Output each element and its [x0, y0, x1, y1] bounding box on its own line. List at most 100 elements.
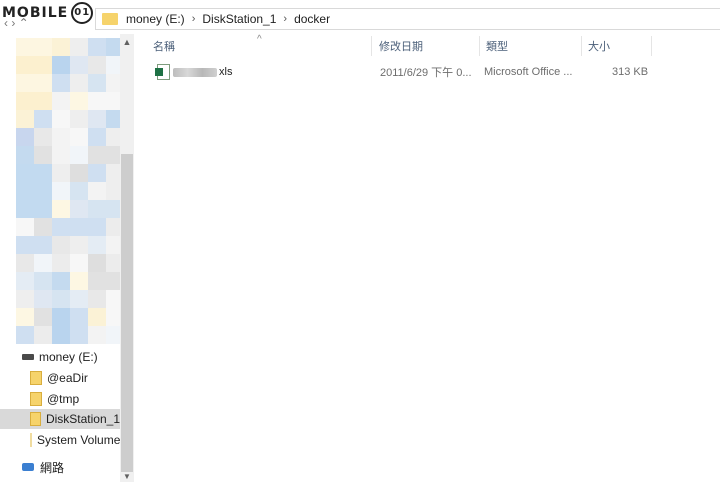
breadcrumb-docker[interactable]: docker: [294, 12, 330, 26]
mosaic-tile: [70, 182, 88, 200]
breadcrumb-separator-icon[interactable]: ›: [192, 13, 196, 25]
mosaic-tile: [52, 110, 70, 128]
mosaic-tile: [88, 146, 106, 164]
navigation-pane: money (E:) @eaDir @tmp DiskStation_1 Sys…: [0, 34, 137, 482]
breadcrumb-separator-icon[interactable]: ›: [283, 13, 287, 25]
sidebar-item-label: money (E:): [39, 350, 98, 364]
sidebar-item-tmp[interactable]: @tmp: [0, 389, 120, 409]
mosaic-tile: [34, 326, 52, 344]
sidebar-item-label: DiskStation_1: [45, 412, 120, 426]
drive-icon: [22, 354, 34, 360]
sidebar-item-label: @tmp: [47, 392, 80, 406]
mosaic-tile: [88, 308, 106, 326]
sidebar-scrollbar[interactable]: ▲ ▼: [120, 34, 134, 482]
mosaic-tile: [16, 254, 34, 272]
mosaic-tile: [88, 218, 106, 236]
mosaic-tile: [16, 74, 34, 92]
sidebar-item-network[interactable]: 網路: [0, 457, 120, 477]
sidebar-item-eadir[interactable]: @eaDir: [0, 368, 120, 388]
folder-icon: [30, 371, 42, 385]
sidebar-item-label: 網路: [40, 460, 65, 475]
scrollbar-thumb[interactable]: [121, 154, 133, 472]
mosaic-tile: [16, 308, 34, 326]
mosaic-tile: [52, 74, 70, 92]
excel-file-icon: [155, 64, 170, 80]
sidebar-item-system-volume[interactable]: System Volume: [0, 430, 120, 450]
sort-ascending-icon: ^: [257, 34, 262, 45]
mosaic-tile: [34, 308, 52, 326]
mosaic-tile: [70, 254, 88, 272]
mosaic-tile: [88, 38, 106, 56]
file-modified-cell: 2011/6/29 下午 0...: [380, 67, 472, 79]
mosaic-tile: [88, 164, 106, 182]
mosaic-tile: [52, 236, 70, 254]
column-divider[interactable]: [371, 36, 372, 56]
mosaic-tile: [34, 254, 52, 272]
mosaic-tile: [16, 56, 34, 74]
column-header-size[interactable]: 大小: [588, 34, 610, 58]
folder-icon: [102, 13, 118, 25]
address-bar[interactable]: money (E:) › DiskStation_1 › docker: [95, 8, 720, 30]
column-header-modified[interactable]: 修改日期: [379, 34, 423, 58]
mosaic-tile: [34, 56, 52, 74]
mosaic-tile: [16, 326, 34, 344]
mosaic-tile: [70, 128, 88, 146]
table-row[interactable]: xls 2011/6/29 下午 0... Microsoft Office .…: [137, 62, 720, 82]
mosaic-tile: [88, 110, 106, 128]
sidebar-item-label: @eaDir: [47, 371, 88, 385]
file-extension: xls: [219, 66, 233, 78]
mosaic-tile: [70, 200, 88, 218]
column-header-name[interactable]: 名稱: [153, 34, 175, 58]
mosaic-tile: [34, 272, 52, 290]
folder-icon: [30, 433, 32, 447]
folder-icon: [30, 392, 42, 406]
mosaic-tile: [34, 92, 52, 110]
file-size-cell: 313 KB: [612, 66, 649, 78]
file-name-cell[interactable]: xls: [155, 62, 232, 82]
column-divider[interactable]: [581, 36, 582, 56]
breadcrumb-drive[interactable]: money (E:): [126, 12, 185, 26]
mosaic-tile: [88, 74, 106, 92]
mosaic-tile: [34, 164, 52, 182]
column-divider[interactable]: [651, 36, 652, 56]
breadcrumb-diskstation[interactable]: DiskStation_1: [202, 12, 276, 26]
mosaic-tile: [34, 128, 52, 146]
sidebar-item-diskstation[interactable]: DiskStation_1: [0, 409, 120, 429]
file-type-cell: Microsoft Office ...: [484, 66, 573, 78]
back-forward-arrows[interactable]: ‹ › ⌃: [4, 16, 29, 30]
scroll-down-icon[interactable]: ▼: [120, 472, 134, 482]
network-icon: [22, 461, 36, 473]
mosaic-tile: [70, 164, 88, 182]
mosaic-tile: [88, 92, 106, 110]
mosaic-tile: [16, 110, 34, 128]
top-bar: MOBILE 01 ‹ › ⌃ money (E:) › DiskStation…: [0, 0, 720, 34]
mosaic-tile: [16, 218, 34, 236]
mosaic-tile: [70, 146, 88, 164]
column-header-type[interactable]: 類型: [486, 34, 508, 58]
mosaic-tile: [52, 164, 70, 182]
mosaic-tile: [16, 272, 34, 290]
column-divider[interactable]: [479, 36, 480, 56]
file-list: ^ 名稱 修改日期 類型 大小 xls 2011/6/29 下午 0... Mi…: [137, 34, 720, 482]
mosaic-tile: [52, 254, 70, 272]
mosaic-tile: [34, 290, 52, 308]
blurred-filename: [173, 67, 217, 77]
mosaic-tile: [16, 236, 34, 254]
sidebar-item-money-drive[interactable]: money (E:): [0, 347, 120, 367]
mosaic-tile: [16, 92, 34, 110]
mosaic-tile: [70, 326, 88, 344]
mosaic-tile: [34, 236, 52, 254]
mosaic-tile: [34, 74, 52, 92]
mosaic-tile: [52, 146, 70, 164]
mosaic-tile: [34, 182, 52, 200]
mosaic-tile: [16, 290, 34, 308]
scroll-up-icon[interactable]: ▲: [120, 34, 134, 50]
mosaic-tile: [70, 56, 88, 74]
sidebar-item-label: System Volume: [37, 433, 120, 447]
mosaic-tile: [34, 146, 52, 164]
mosaic-tile: [70, 110, 88, 128]
mosaic-tile: [16, 146, 34, 164]
mosaic-tile: [70, 218, 88, 236]
mosaic-tile: [16, 164, 34, 182]
mosaic-tile: [70, 290, 88, 308]
